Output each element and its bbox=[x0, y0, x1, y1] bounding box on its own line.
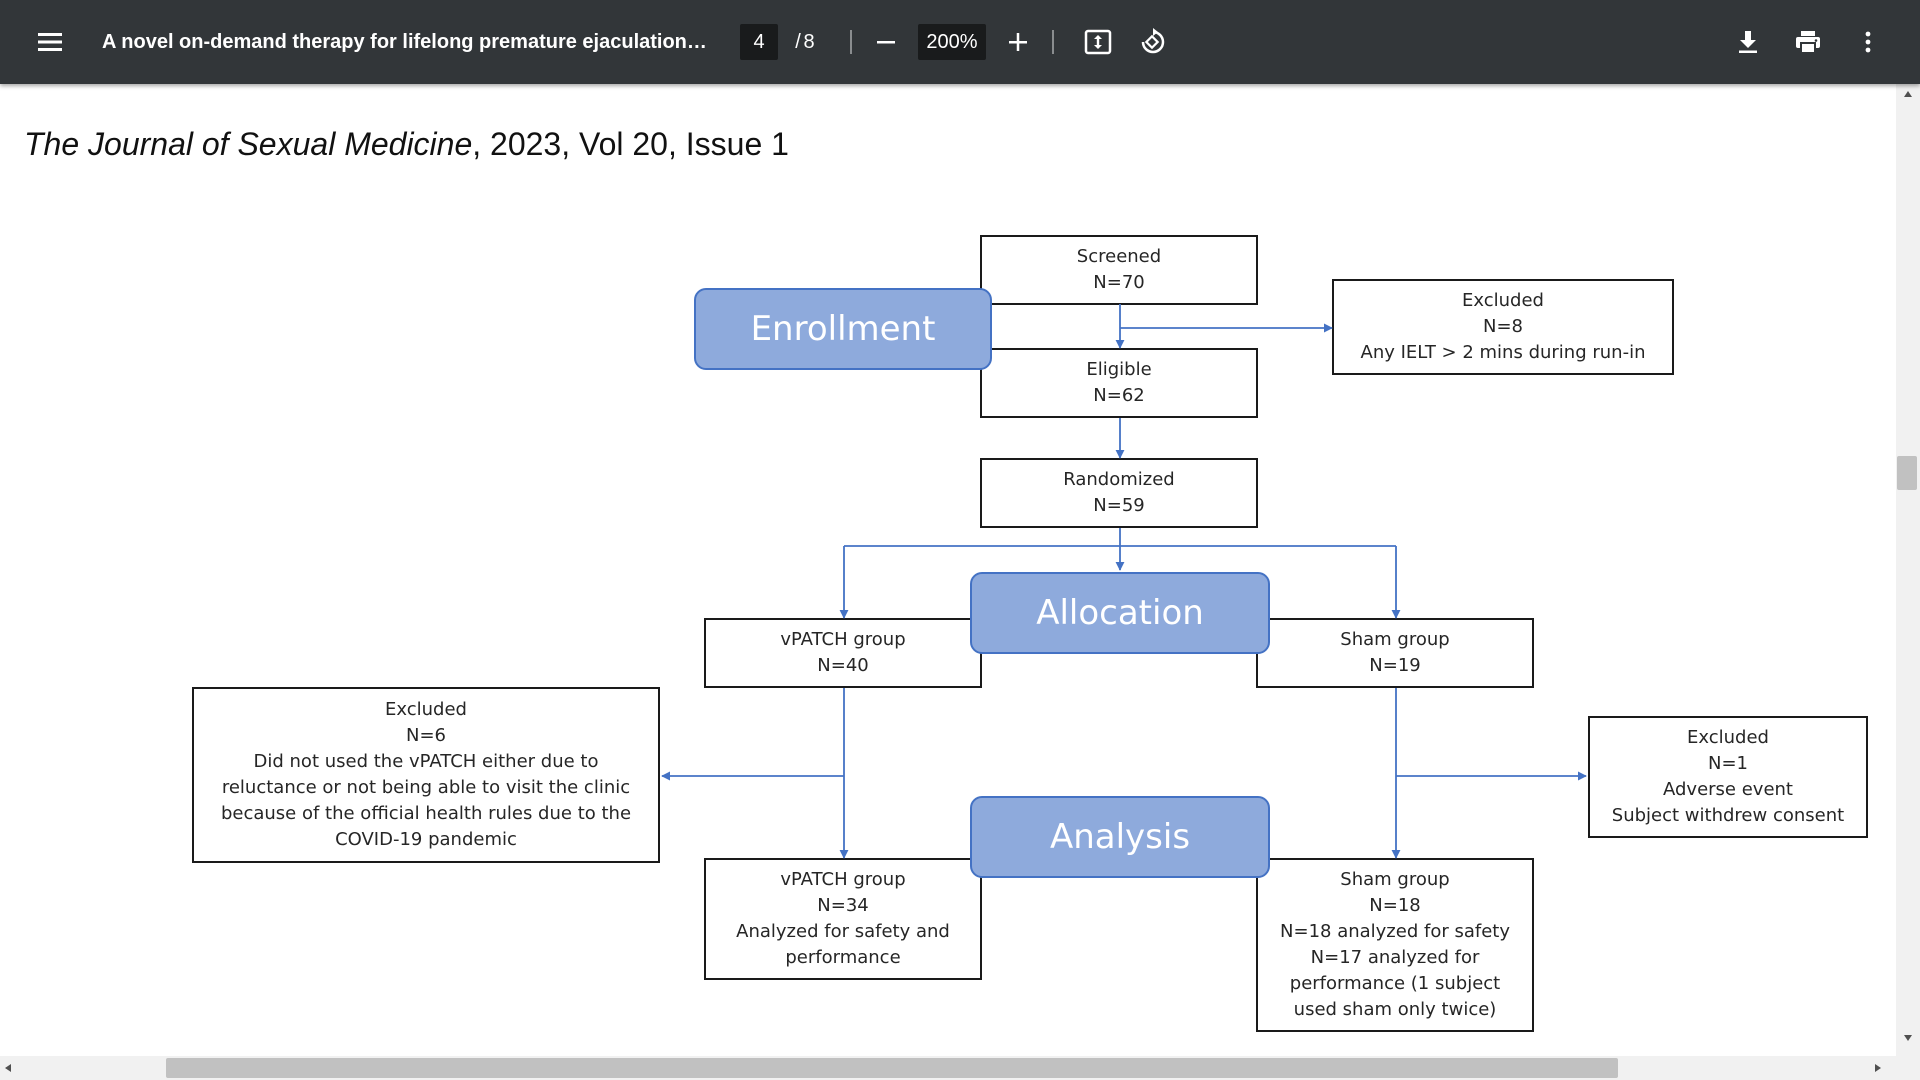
scroll-down-button[interactable] bbox=[1896, 1034, 1920, 1050]
rotate-button[interactable] bbox=[1128, 20, 1176, 64]
vertical-scrollbar[interactable] bbox=[1896, 84, 1920, 1056]
arrow-down-icon bbox=[1904, 1035, 1912, 1041]
zoom-out-button[interactable] bbox=[864, 20, 908, 64]
download-button[interactable] bbox=[1724, 20, 1772, 64]
scroll-right-button[interactable] bbox=[1874, 1060, 1890, 1076]
toolbar-divider bbox=[1052, 30, 1054, 54]
zoom-in-icon bbox=[1009, 33, 1027, 51]
page-total: 8 bbox=[803, 30, 815, 53]
arrow-up-icon bbox=[1904, 91, 1912, 97]
horizontal-scrollbar[interactable] bbox=[0, 1056, 1920, 1080]
consort-flow-diagram: Enrollment Allocation Analysis Screened … bbox=[0, 84, 1896, 1056]
vertical-scroll-thumb[interactable] bbox=[1897, 456, 1917, 490]
flow-arrows bbox=[661, 304, 1587, 859]
arrow-right-icon bbox=[1875, 1064, 1881, 1072]
scroll-up-button[interactable] bbox=[1896, 90, 1920, 106]
fit-page-icon bbox=[1084, 29, 1112, 55]
zoom-level-input[interactable]: 200% bbox=[918, 24, 986, 60]
arrow-left-icon bbox=[5, 1064, 11, 1072]
fit-to-page-button[interactable] bbox=[1076, 20, 1120, 64]
toolbar-divider bbox=[850, 30, 852, 54]
print-button[interactable] bbox=[1784, 20, 1832, 64]
pdf-page-viewport: The Journal of Sexual Medicine, 2023, Vo… bbox=[0, 84, 1896, 1056]
download-icon bbox=[1739, 31, 1757, 53]
menu-button[interactable] bbox=[26, 20, 74, 64]
phase-analysis: Analysis bbox=[970, 796, 1270, 878]
menu-icon bbox=[38, 33, 62, 51]
more-options-button[interactable] bbox=[1844, 20, 1892, 64]
pdf-toolbar: A novel on-demand therapy for lifelong p… bbox=[0, 0, 1920, 84]
rotate-icon bbox=[1141, 28, 1165, 54]
more-vert-icon bbox=[1865, 31, 1871, 53]
print-icon bbox=[1796, 31, 1820, 54]
zoom-out-icon bbox=[877, 41, 895, 44]
phase-enrollment: Enrollment bbox=[694, 288, 992, 370]
document-title: A novel on-demand therapy for lifelong p… bbox=[102, 31, 712, 53]
zoom-in-button[interactable] bbox=[996, 20, 1040, 64]
scroll-left-button[interactable] bbox=[4, 1060, 20, 1076]
page-number-input[interactable]: 4 bbox=[740, 24, 778, 60]
horizontal-scroll-thumb[interactable] bbox=[166, 1058, 1618, 1078]
phase-allocation: Allocation bbox=[970, 572, 1270, 654]
